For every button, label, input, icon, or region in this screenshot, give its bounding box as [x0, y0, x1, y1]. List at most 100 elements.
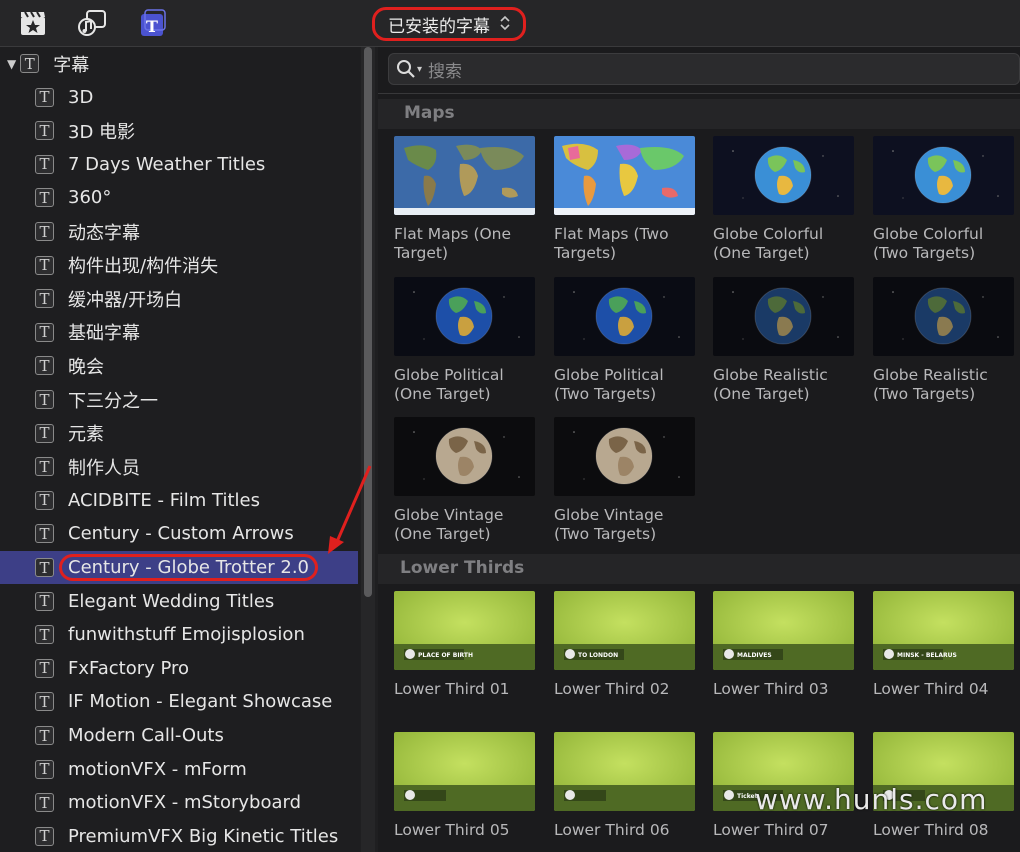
tile-caption: Globe Vintage (One Target) — [394, 506, 536, 544]
caption-line: Flat Maps (Two — [554, 225, 669, 243]
title-thumbnail-tile[interactable]: Globe Political (Two Targets) — [554, 276, 696, 404]
sidebar-item[interactable]: T 基础字幕 — [0, 316, 358, 349]
title-thumbnail-tile[interactable]: MINSK - BELARUS Lower Third 04 — [873, 591, 1015, 699]
thumbnail-image[interactable] — [554, 136, 695, 215]
title-thumbnail-tile[interactable]: Globe Vintage (One Target) — [394, 417, 536, 544]
thumbnail-image[interactable] — [554, 417, 695, 496]
thumbnail-image[interactable] — [394, 276, 535, 356]
tile-caption: Lower Third 08 — [873, 821, 1015, 840]
thumbnail-image[interactable]: MINSK - BELARUS — [873, 591, 1014, 670]
title-thumbnail-tile[interactable]: Globe Political (One Target) — [394, 276, 536, 404]
sidebar-item[interactable]: T IF Motion - Elegant Showcase — [0, 685, 358, 718]
title-t-icon: T — [35, 759, 54, 779]
sidebar-item[interactable]: T FxFactory Pro — [0, 652, 358, 685]
title-t-icon: T — [35, 322, 54, 342]
title-t-icon: T — [35, 826, 54, 846]
caption-line: Lower Third 08 — [873, 820, 989, 839]
sidebar-item[interactable]: T 动态字幕 — [0, 215, 358, 248]
tile-caption: Globe Vintage (Two Targets) — [554, 506, 696, 544]
sidebar-item[interactable]: T ACIDBITE - Film Titles — [0, 484, 358, 517]
tile-caption: Lower Third 02 — [554, 680, 696, 699]
tile-caption: Globe Colorful (Two Targets) — [873, 225, 1015, 263]
installed-titles-dropdown[interactable]: 已安装的字幕 — [372, 7, 526, 41]
caption-line: (One Target) — [713, 384, 810, 403]
top-toolbar: T 已安装的字幕 — [0, 0, 1020, 47]
title-thumbnail-tile[interactable]: Flat Maps (Two Targets) — [554, 136, 696, 263]
caption-line: (Two Targets) — [873, 244, 976, 262]
title-t-icon: T — [35, 793, 54, 813]
thumbnail-image[interactable] — [713, 136, 854, 215]
sidebar-item[interactable]: T Elegant Wedding Titles — [0, 585, 358, 618]
sidebar-item[interactable]: T 晚会 — [0, 349, 358, 382]
title-thumbnail-tile[interactable]: Lower Third 05 — [394, 731, 536, 840]
title-thumbnail-tile[interactable]: Globe Colorful (One Target) — [713, 136, 855, 263]
clapper-star-icon[interactable] — [18, 8, 48, 38]
thumbnail-image[interactable] — [394, 417, 535, 496]
title-thumbnail-tile[interactable]: Globe Colorful (Two Targets) — [873, 136, 1015, 263]
search-field[interactable]: ▾ 搜索 — [388, 53, 1020, 85]
title-t-icon: T — [35, 490, 54, 510]
tile-caption: Lower Third 05 — [394, 821, 536, 840]
disclosure-triangle-icon[interactable]: ▼ — [7, 57, 16, 71]
sidebar-root-titles[interactable]: ▼ T 字幕 — [0, 47, 358, 80]
title-thumbnail-tile[interactable]: Globe Realistic (Two Targets) — [873, 276, 1015, 404]
tile-caption: Flat Maps (One Target) — [394, 225, 536, 263]
sidebar-item[interactable]: TmotionVFX - mForm — [0, 753, 358, 786]
sidebar-item-label: 动态字幕 — [68, 222, 140, 244]
thumbnail-image[interactable] — [873, 136, 1014, 215]
sidebar-item[interactable]: T 缓冲器/开场白 — [0, 282, 358, 315]
titles-icon[interactable]: T — [138, 8, 168, 38]
title-t-icon: T — [35, 188, 54, 208]
thumbnail-image[interactable]: TO LONDON — [554, 591, 695, 670]
thumbnail-image[interactable]: MALDIVES — [713, 591, 854, 670]
tile-caption: Globe Realistic (Two Targets) — [873, 366, 1015, 404]
sidebar-item[interactable]: T 下三分之一 — [0, 383, 358, 416]
sidebar-item-label: 3D — [68, 86, 94, 108]
title-thumbnail-tile[interactable]: TO LONDON Lower Third 02 — [554, 591, 696, 699]
thumbnail-image[interactable] — [554, 731, 695, 811]
caption-line: (Two Targets) — [554, 525, 657, 543]
chevron-down-icon[interactable]: ▾ — [417, 64, 422, 75]
sidebar-item[interactable]: T 360° — [0, 181, 358, 214]
sidebar-item[interactable]: Tfunwithstuff Emojisplosion — [0, 618, 358, 651]
title-thumbnail-tile[interactable]: Lower Third 06 — [554, 731, 696, 840]
title-thumbnail-tile[interactable]: PLACE OF BIRTH Lower Third 01 — [394, 591, 536, 699]
caption-line: Globe Vintage — [554, 506, 664, 524]
sidebar-root-label: 字幕 — [53, 54, 90, 76]
thumbnail-image[interactable] — [394, 731, 535, 811]
sidebar-item[interactable]: T 3D 电影 — [0, 114, 358, 147]
caption-line: Lower Third 04 — [873, 680, 989, 698]
sidebar-item[interactable]: T PremiumVFX Big Kinetic Titles — [0, 820, 358, 852]
sidebar-item-label: Modern Call-Outs — [68, 725, 224, 746]
sidebar-item[interactable]: T 7 Days Weather Titles — [0, 148, 358, 181]
thumbnail-image[interactable] — [713, 276, 854, 356]
sidebar-item[interactable]: T 构件出现/构件消失 — [0, 249, 358, 282]
sidebar-item[interactable]: T Modern Call-Outs — [0, 719, 358, 752]
thumbnail-image[interactable] — [554, 276, 695, 356]
title-thumbnail-tile[interactable]: Flat Maps (One Target) — [394, 136, 536, 263]
caption-line: (Two Targets) — [554, 384, 657, 403]
title-thumbnail-tile[interactable]: Globe Vintage (Two Targets) — [554, 417, 696, 544]
sidebar-item-label: Elegant Wedding Titles — [68, 590, 275, 612]
titles-sidebar: ▼ T 字幕 T 3D T 3D 电影 T 7 Days Weather Titles T 360°… — [0, 47, 360, 852]
sidebar-item[interactable]: T 制作人员 — [0, 450, 358, 483]
title-thumbnail-tile[interactable]: MALDIVES Lower Third 03 — [713, 591, 855, 699]
title-t-icon: T — [20, 54, 40, 73]
caption-line: (One Target) — [394, 384, 491, 403]
sidebar-item[interactable]: T Century - Globe Trotter 2.0 — [0, 551, 358, 584]
caption-line: Lower Third 02 — [554, 680, 670, 698]
sidebar-item[interactable]: TmotionVFX - mStoryboard — [0, 786, 358, 819]
sidebar-item[interactable]: T 元素 — [0, 417, 358, 450]
caption-line: (One Target) — [713, 244, 810, 262]
thumbnail-image[interactable] — [873, 276, 1014, 356]
sidebar-scrollbar[interactable] — [361, 47, 375, 852]
titles-browser: ▾ 搜索 Maps Flat Maps (One Target) Flat Map… — [378, 47, 1020, 852]
thumbnail-image[interactable]: PLACE OF BIRTH — [394, 591, 535, 670]
sidebar-item-label: 缓冲器/开场白 — [68, 289, 183, 311]
sidebar-item[interactable]: T Century - Custom Arrows — [0, 517, 358, 550]
red-arrow-annotation — [328, 465, 372, 554]
sidebar-item[interactable]: T 3D — [0, 81, 358, 114]
title-thumbnail-tile[interactable]: Globe Realistic (One Target) — [713, 276, 855, 404]
music-photo-icon[interactable] — [78, 8, 108, 38]
thumbnail-image[interactable] — [394, 136, 535, 215]
